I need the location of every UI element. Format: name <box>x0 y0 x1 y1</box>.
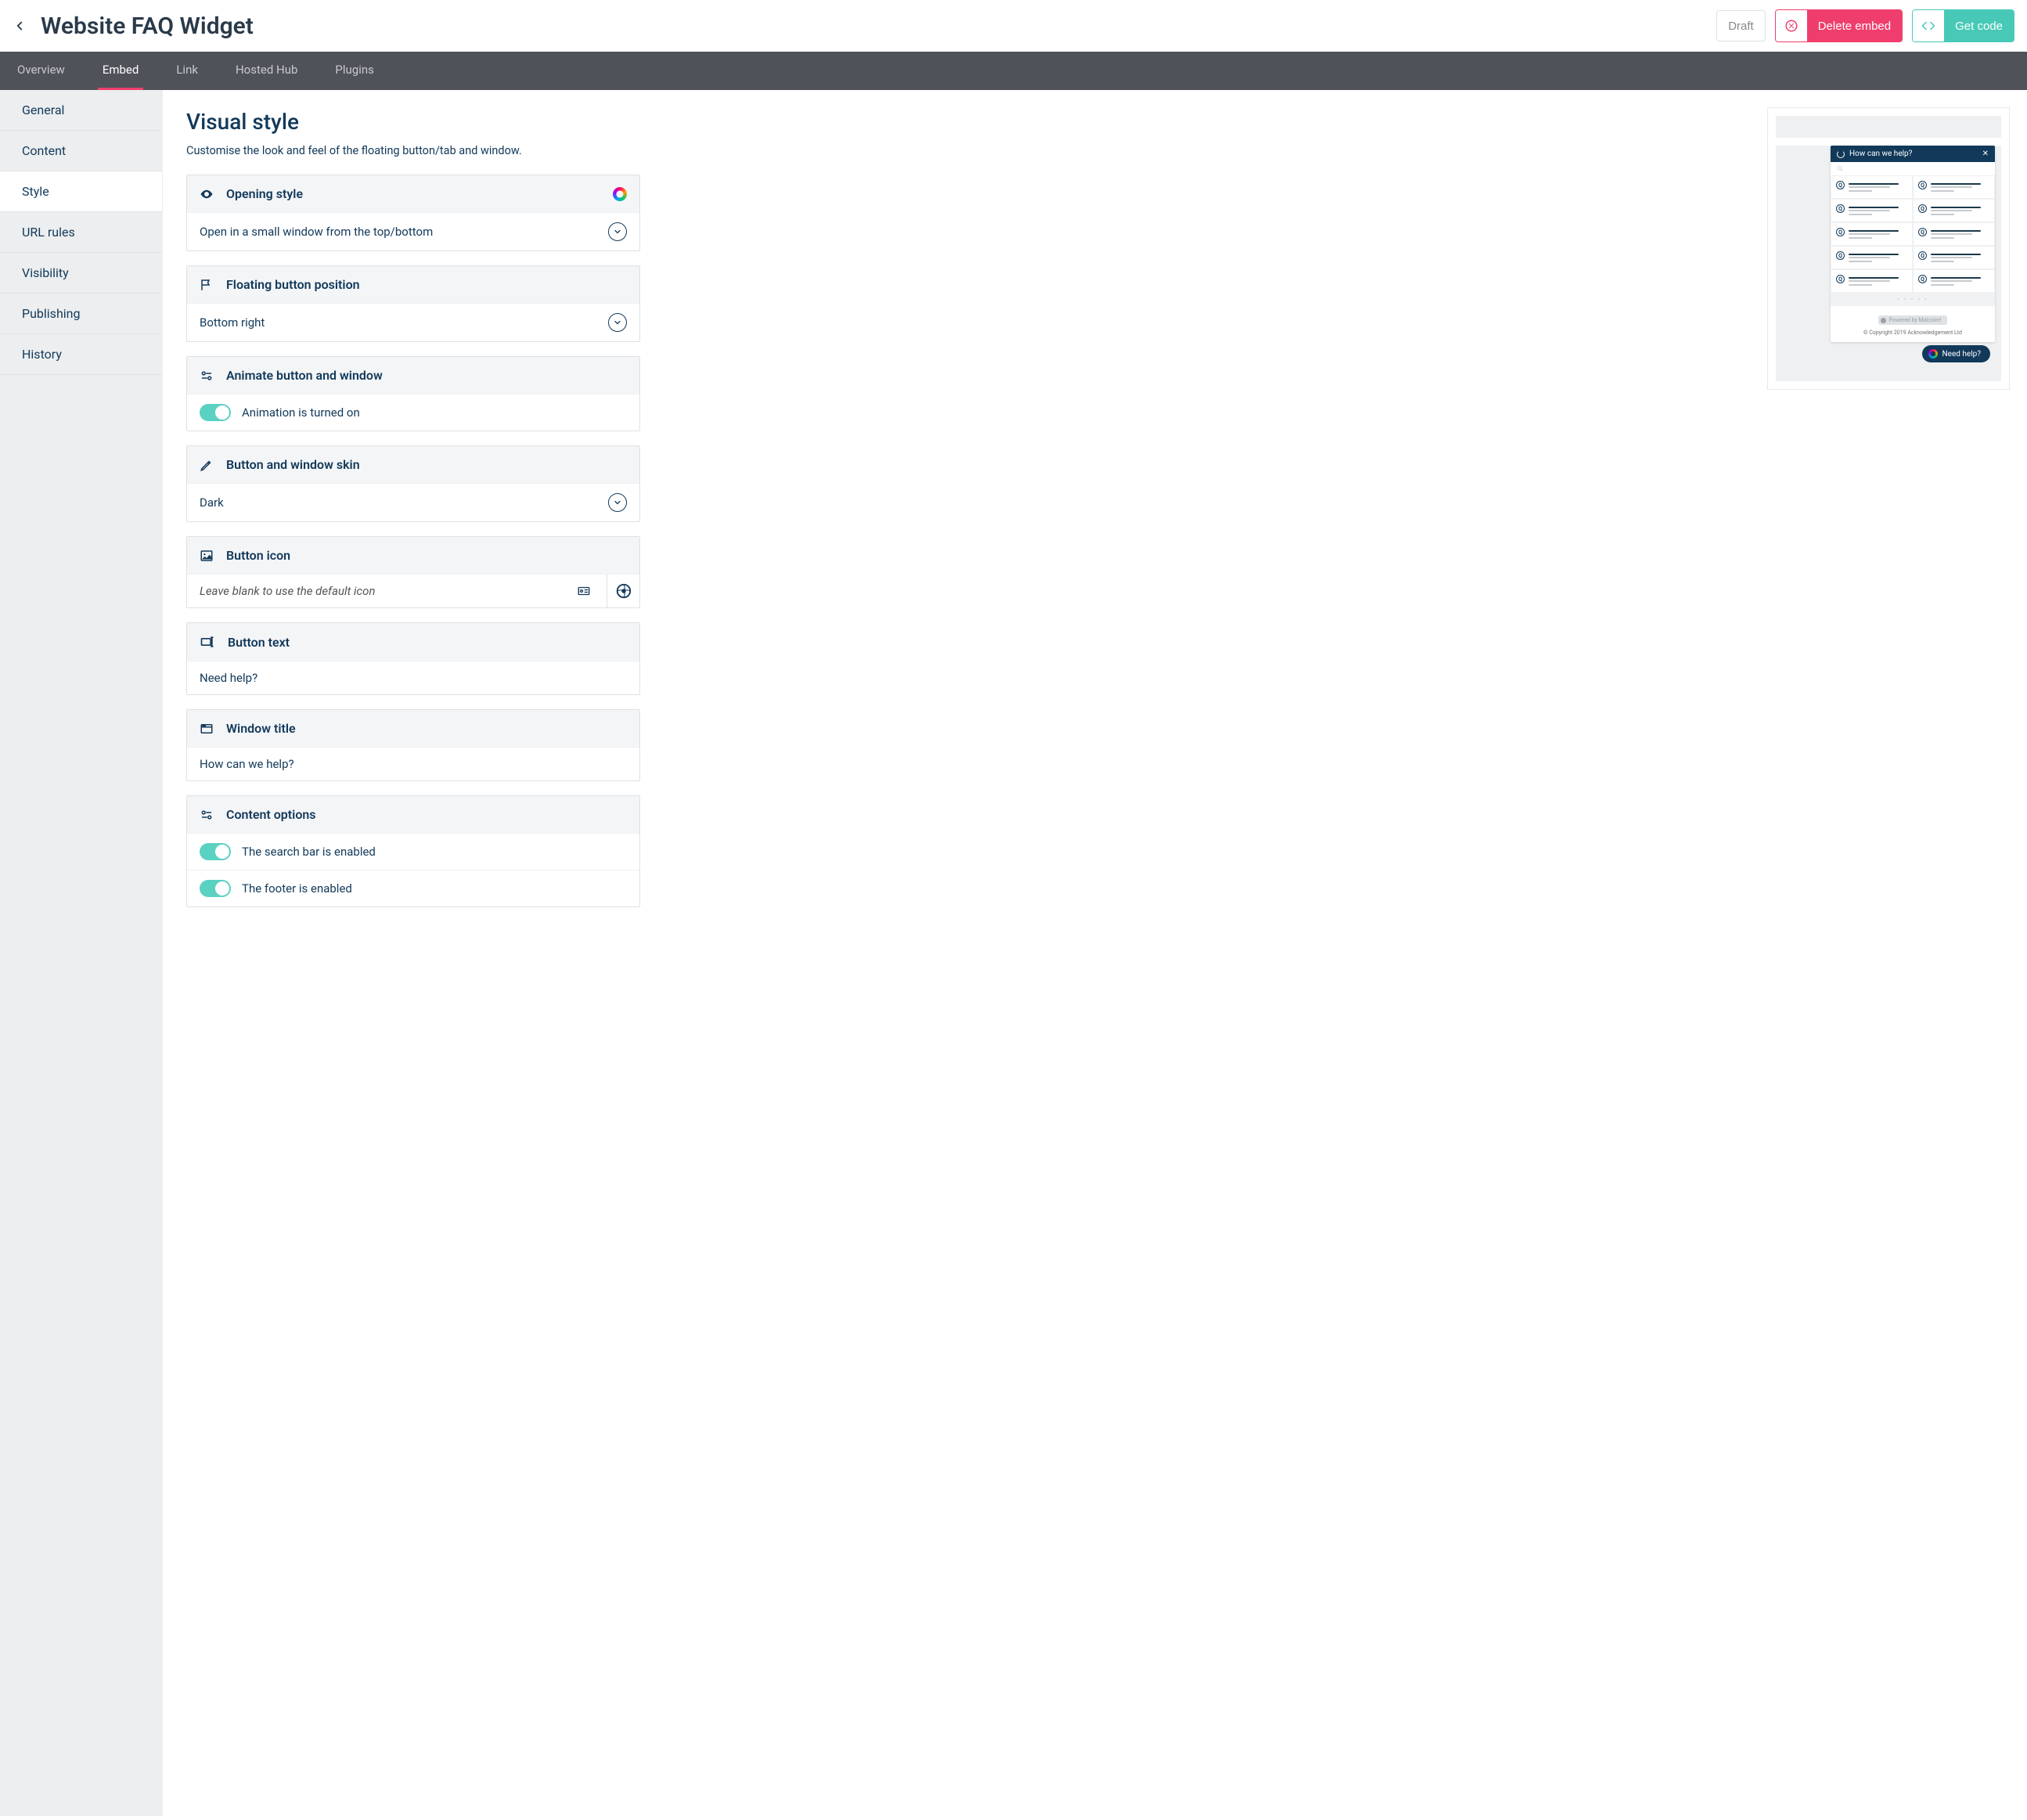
sidebar-item-history[interactable]: History <box>0 334 162 375</box>
section-desc: Customise the look and feel of the float… <box>186 144 640 157</box>
preview-faq-item: Q <box>1913 269 1995 293</box>
setting-label: Content options <box>226 807 316 822</box>
sidebar-item-general[interactable]: General <box>0 90 162 131</box>
tab-plugins[interactable]: Plugins <box>330 52 378 90</box>
image-icon <box>200 549 214 563</box>
sidebar: General Content Style URL rules Visibili… <box>0 90 163 1816</box>
page-title: Website FAQ Widget <box>41 13 1702 40</box>
preview-float-text: Need help? <box>1942 350 1981 359</box>
section-title: Visual style <box>186 109 640 135</box>
tab-bar: Overview Embed Link Hosted Hub Plugins <box>0 52 2027 90</box>
code-icon[interactable] <box>1913 10 1944 41</box>
preview-window-title: How can we help? <box>1849 150 1912 158</box>
float-pos-value: Bottom right <box>200 315 597 330</box>
setting-label: Button icon <box>226 548 290 563</box>
preview-floating-button: Need help? <box>1922 345 1990 362</box>
setting-animate: Animate button and window Animation is t… <box>186 356 640 431</box>
delete-icon[interactable] <box>1776 10 1807 41</box>
preview-faq-item: Q <box>1831 199 1913 222</box>
setting-label: Floating button position <box>226 277 360 292</box>
setting-opening-style: Opening style Open in a small window fro… <box>186 175 640 251</box>
preview-faq-item: Q <box>1913 175 1995 199</box>
preview-faq-item: Q <box>1913 246 1995 269</box>
setting-float-position: Floating button position Bottom right <box>186 265 640 342</box>
page-header: Website FAQ Widget Draft Delete embed Ge… <box>0 0 2027 52</box>
preview-pagination: • • • • • <box>1831 293 1995 306</box>
window-icon <box>200 722 214 736</box>
setting-label: Button and window skin <box>226 457 360 472</box>
animate-status: Animation is turned on <box>242 405 627 420</box>
sidebar-item-url-rules[interactable]: URL rules <box>0 212 162 253</box>
color-ring-icon <box>613 187 627 201</box>
spinner-icon <box>1837 150 1845 158</box>
skin-value: Dark <box>200 496 597 510</box>
preview-faq-item: Q <box>1831 175 1913 199</box>
preview-search-icon <box>1831 162 1995 175</box>
preview-faq-item: Q <box>1913 199 1995 222</box>
sliders-icon <box>200 808 214 822</box>
setting-label: Opening style <box>226 186 303 201</box>
main-content: Visual style Customise the look and feel… <box>163 90 664 1816</box>
preview-faq-item: Q <box>1831 246 1913 269</box>
expand-skin[interactable] <box>608 493 627 512</box>
preview-faq-item: Q <box>1831 222 1913 246</box>
setting-label: Button text <box>228 635 290 650</box>
id-card-icon[interactable] <box>577 584 591 598</box>
setting-skin: Button and window skin Dark <box>186 445 640 522</box>
preview-copyright: © Copyright 2019 Acknowledgement Ltd <box>1831 330 1995 342</box>
setting-button-text: Button text Need help? <box>186 622 640 695</box>
window-title-value[interactable]: How can we help? <box>200 757 627 771</box>
flag-icon <box>200 278 214 292</box>
back-button[interactable] <box>13 19 27 33</box>
expand-float-pos[interactable] <box>608 313 627 332</box>
search-bar-toggle[interactable] <box>200 843 231 860</box>
sliders-icon <box>200 369 214 383</box>
setting-button-icon: Button icon Leave blank to use the defau… <box>186 536 640 608</box>
get-code-button[interactable]: Get code <box>1944 10 2014 41</box>
preview-faq-item: Q <box>1831 269 1913 293</box>
setting-window-title: Window title How can we help? <box>186 709 640 781</box>
preview-widget: How can we help? ✕ Q Q <box>1831 146 1995 342</box>
button-text-value[interactable]: Need help? <box>200 671 627 685</box>
setting-label: Window title <box>226 721 296 736</box>
setting-label: Animate button and window <box>226 368 383 383</box>
preview-panel: How can we help? ✕ Q Q <box>1767 107 2010 390</box>
expand-opening-style[interactable] <box>608 222 627 241</box>
animate-toggle[interactable] <box>200 404 231 421</box>
opening-style-value: Open in a small window from the top/bott… <box>200 225 597 239</box>
delete-embed-button[interactable]: Delete embed <box>1807 10 1902 41</box>
tab-overview[interactable]: Overview <box>13 52 70 90</box>
draft-button[interactable]: Draft <box>1716 10 1766 41</box>
sidebar-item-publishing[interactable]: Publishing <box>0 294 162 334</box>
button-icon-placeholder[interactable]: Leave blank to use the default icon <box>200 584 566 598</box>
sidebar-item-content[interactable]: Content <box>0 131 162 171</box>
tab-link[interactable]: Link <box>171 52 203 90</box>
tab-hosted-hub[interactable]: Hosted Hub <box>231 52 302 90</box>
sidebar-item-style[interactable]: Style <box>0 171 162 212</box>
tab-embed[interactable]: Embed <box>98 52 144 90</box>
footer-status: The footer is enabled <box>242 881 627 896</box>
preview-faq-item: Q <box>1913 222 1995 246</box>
text-cursor-icon <box>200 634 215 650</box>
search-bar-status: The search bar is enabled <box>242 845 627 859</box>
eye-icon <box>200 187 214 201</box>
media-library-button[interactable] <box>607 575 639 607</box>
eyedropper-icon <box>200 458 214 472</box>
preview-powered-by: Powered by Malcolm! <box>1878 315 1948 325</box>
preview-close-icon: ✕ <box>1982 150 1989 158</box>
sidebar-item-visibility[interactable]: Visibility <box>0 253 162 294</box>
setting-content-options: Content options The search bar is enable… <box>186 795 640 907</box>
footer-toggle[interactable] <box>200 880 231 897</box>
preview-float-icon <box>1928 349 1938 359</box>
